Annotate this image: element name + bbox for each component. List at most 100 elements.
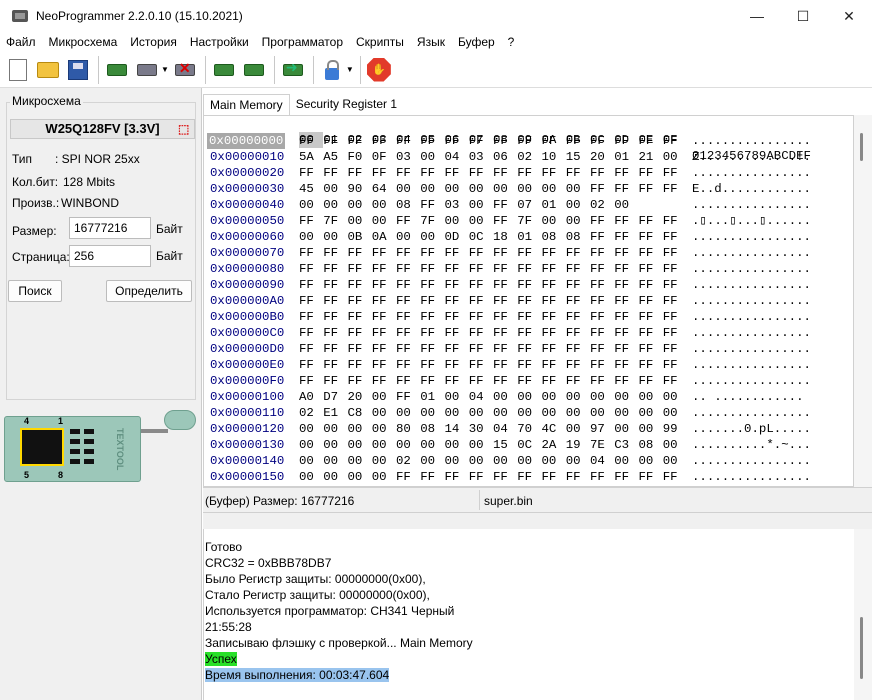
hex-ascii: ................ [692, 262, 811, 276]
hex-bytes[interactable]: FF FF FF FF FF FF FF FF FF FF FF FF FF FF FF FF [299, 373, 687, 389]
hex-bytes[interactable]: 00 00 0B 0A 00 00 0D 0C 18 01 08 08 FF FF FF FF [299, 229, 687, 245]
hex-bytes[interactable]: FF FF FF FF FF FF FF FF FF FF FF FF FF FF FF FF [299, 133, 687, 149]
open-folder-icon [37, 61, 59, 78]
hex-ascii: ................ [692, 342, 811, 356]
read-chip-icon [107, 63, 127, 76]
open-button[interactable] [34, 55, 62, 85]
protect-button[interactable] [318, 55, 346, 85]
chip-dip8 [20, 428, 64, 466]
hex-bytes[interactable]: 00 00 00 00 FF FF FF FF FF FF FF FF FF FF FF FF [299, 469, 687, 485]
hex-bytes[interactable]: FF FF FF FF FF FF FF FF FF FF FF FF FF FF FF FF [299, 293, 687, 309]
hex-ascii: ................ [692, 326, 811, 340]
hex-bytes[interactable]: FF FF FF FF FF FF FF FF FF FF FF FF FF FF FF FF [299, 357, 687, 373]
read-chip-button[interactable] [103, 55, 131, 85]
menu-language[interactable]: Язык [411, 35, 452, 49]
blank-check-button[interactable] [240, 55, 268, 85]
hex-address: 0x00000010 [210, 150, 285, 164]
stop-button[interactable]: ✋ [365, 55, 393, 85]
hex-address: 0x000000B0 [210, 310, 285, 324]
hex-bytes[interactable]: FF FF FF FF FF FF FF FF FF FF FF FF FF FF FF FF [299, 309, 687, 325]
chip-group-title: Микросхема [10, 94, 83, 108]
socket-knob [164, 410, 196, 430]
type-label: Тип [12, 152, 33, 166]
tab-main-memory[interactable]: Main Memory [203, 94, 290, 116]
erase-chip-button[interactable] [171, 55, 199, 85]
splitter[interactable] [203, 513, 872, 529]
title-bar: NeoProgrammer 2.2.0.10 (15.10.2021) — ☐ … [0, 0, 872, 32]
hex-ascii: ................ [692, 134, 811, 148]
hex-address: 0x00000100 [210, 390, 285, 404]
auto-program-button[interactable] [279, 55, 307, 85]
hex-ascii: E..d............ [692, 182, 811, 196]
chip-panel: Микросхема W25Q128FV [3.3V] ⬚ Тип : SPI … [0, 88, 202, 700]
hex-bytes[interactable]: 00 00 00 00 02 00 00 00 00 00 00 00 04 00 00 00 [299, 453, 687, 469]
hex-ascii: ................ [692, 246, 811, 260]
menu-scripts[interactable]: Скрипты [350, 35, 411, 49]
log-scroll-thumb[interactable] [860, 617, 863, 679]
hex-bytes[interactable]: FF FF FF FF FF FF FF FF FF FF FF FF FF FF FF FF [299, 325, 687, 341]
hex-address: 0x00000060 [210, 230, 285, 244]
hex-ascii: Z........... .!. [692, 150, 811, 164]
hex-bytes[interactable]: 5A A5 F0 0F 03 00 04 03 06 02 10 15 20 01 21 00 [299, 149, 687, 165]
menu-history[interactable]: История [124, 35, 184, 49]
minimize-button[interactable]: — [734, 0, 780, 32]
hex-ascii: ................ [692, 294, 811, 308]
status-bar: (Буфер) Размер: 16777216 super.bin [203, 487, 872, 513]
hex-bytes[interactable]: FF FF FF FF FF FF FF FF FF FF FF FF FF FF FF FF [299, 261, 687, 277]
save-icon [68, 59, 88, 80]
hex-ascii: ................ [692, 454, 811, 468]
hex-address: 0x00000150 [210, 470, 285, 484]
hex-ascii: ................ [692, 166, 811, 180]
hex-bytes[interactable]: FF FF FF FF FF FF FF FF FF FF FF FF FF FF FF FF [299, 341, 687, 357]
tab-security-register[interactable]: Security Register 1 [290, 94, 403, 116]
menu-file[interactable]: Файл [0, 35, 43, 49]
size-field[interactable]: 16777216 [69, 217, 151, 239]
save-button[interactable] [64, 55, 92, 85]
new-file-button[interactable] [4, 55, 32, 85]
erase-chip-icon [174, 60, 195, 77]
maker-label: Произв.: [12, 196, 60, 210]
pdf-datasheet-icon[interactable]: ⬚ [178, 122, 191, 136]
file-name-status: super.bin [484, 494, 533, 508]
window-title: NeoProgrammer 2.2.0.10 (15.10.2021) [36, 9, 243, 23]
stop-icon: ✋ [366, 57, 391, 82]
chip-name[interactable]: W25Q128FV [3.3V] [10, 119, 195, 139]
hex-bytes[interactable]: FF FF FF FF FF FF FF FF FF FF FF FF FF FF FF FF [299, 165, 687, 181]
hex-bytes[interactable]: 02 E1 C8 00 00 00 00 00 00 00 00 00 00 00 00 00 [299, 405, 687, 421]
menu-buffer[interactable]: Буфер [452, 35, 502, 49]
hex-ascii: ................ [692, 198, 811, 212]
log-scrollbar[interactable] [854, 529, 872, 700]
hex-address: 0x00000000 [207, 133, 286, 149]
detect-button[interactable]: Определить [106, 280, 192, 302]
write-chip-button[interactable] [210, 55, 238, 85]
verify-dropdown-icon[interactable]: ▼ [161, 65, 169, 74]
hex-editor[interactable]: 00 01 02 03 04 05 06 07 08 09 0A 0B 0C 0D 0E 0F 0123456… [203, 115, 854, 487]
search-button[interactable]: Поиск [8, 280, 62, 302]
hex-bytes[interactable]: 45 00 90 64 00 00 00 00 00 00 00 00 FF FF FF FF [299, 181, 687, 197]
menu-programmer[interactable]: Программатор [256, 35, 350, 49]
hex-bytes[interactable]: 00 00 00 00 80 08 14 30 04 70 4C 00 97 00 00 99 [299, 421, 687, 437]
hex-bytes[interactable]: A0 D7 20 00 FF 01 00 04 00 00 00 00 00 00 00 00 [299, 389, 687, 405]
hex-address: 0x00000050 [210, 214, 285, 228]
hex-bytes[interactable]: FF 7F 00 00 FF 7F 00 00 FF 7F 00 00 FF FF FF FF [299, 213, 687, 229]
protect-dropdown-icon[interactable]: ▼ [346, 65, 354, 74]
log-line: CRC32 = 0xBBB78DB7 [205, 556, 332, 570]
maker-value: WINBOND [61, 196, 119, 210]
hex-scrollbar[interactable] [854, 115, 872, 487]
hex-bytes[interactable]: FF FF FF FF FF FF FF FF FF FF FF FF FF FF FF FF [299, 277, 687, 293]
menu-settings[interactable]: Настройки [184, 35, 256, 49]
socket-label: TEXTOOL [115, 428, 125, 471]
hex-bytes[interactable]: 00 00 00 00 08 FF 03 00 FF 07 01 00 02 00 [299, 197, 639, 213]
hex-scroll-thumb[interactable] [860, 133, 863, 161]
page-field[interactable]: 256 [69, 245, 151, 267]
hex-bytes[interactable]: FF FF FF FF FF FF FF FF FF FF FF FF FF FF FF FF [299, 245, 687, 261]
close-button[interactable]: ✕ [826, 0, 872, 32]
pin-label: 1 [58, 416, 64, 426]
verify-chip-button[interactable] [133, 55, 161, 85]
menu-help[interactable]: ? [502, 35, 522, 49]
type-value: : SPI NOR 25xx [55, 152, 140, 166]
pin-label: 4 [24, 416, 30, 426]
menu-chip[interactable]: Микросхема [43, 35, 125, 49]
hex-bytes[interactable]: 00 00 00 00 00 00 00 00 15 0C 2A 19 7E C3 08 00 [299, 437, 687, 453]
maximize-button[interactable]: ☐ [780, 0, 826, 32]
